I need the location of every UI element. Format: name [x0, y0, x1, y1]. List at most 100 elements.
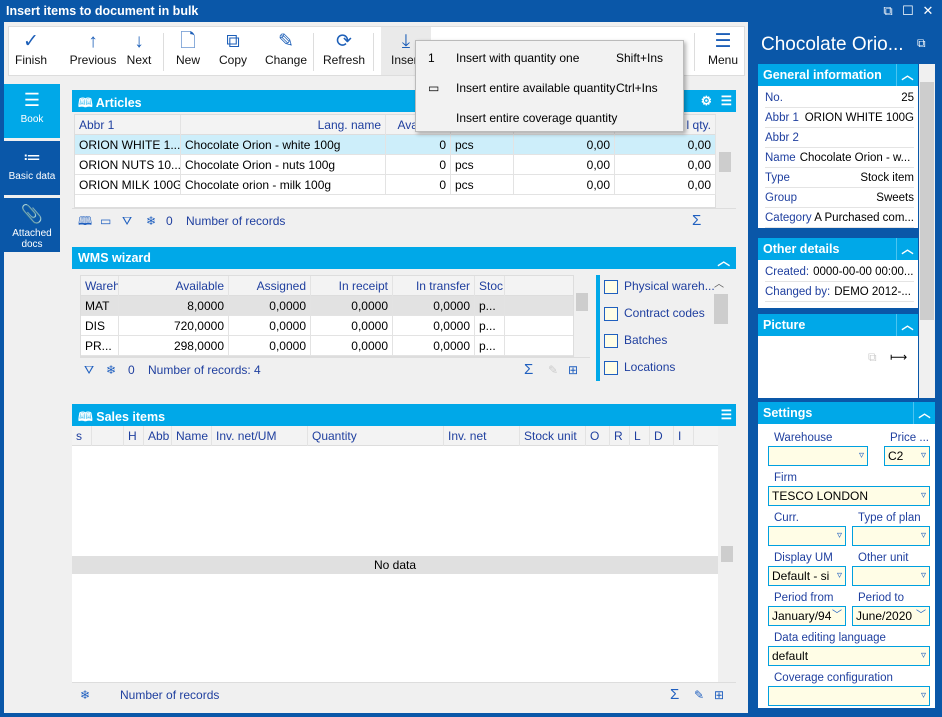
column-header[interactable]: Abbr 1	[75, 115, 181, 135]
price-field[interactable]: C2 ▿	[884, 446, 930, 466]
column-header[interactable]	[92, 426, 124, 446]
chevron-down-icon[interactable]: ﹀	[832, 607, 842, 625]
column-header[interactable]: Abb	[144, 426, 172, 446]
column-header[interactable]: R	[610, 426, 630, 446]
book-view-icon[interactable]: 🕮	[78, 209, 92, 233]
menu-button[interactable]: ☰ Menu	[701, 27, 745, 75]
sum-icon[interactable]: Σ	[524, 358, 533, 382]
gear-icon[interactable]: ⚙	[701, 93, 712, 108]
nav-item-book[interactable]: ☰ Book	[4, 84, 60, 138]
warehouse-field[interactable]: ▿	[768, 446, 868, 466]
dropdown-icon[interactable]: ▿	[837, 567, 842, 585]
hamburger-icon[interactable]: ☰	[721, 407, 732, 422]
table-row[interactable]: ORION NUTS 10... Chocolate Orion - nuts 1…	[75, 155, 716, 175]
column-header[interactable]: O	[586, 426, 610, 446]
popout-icon[interactable]: ⧉	[917, 36, 926, 51]
toolbar-button-refresh[interactable]: ⟳ Refresh	[315, 27, 373, 75]
restore-icon[interactable]: ⧉	[880, 3, 896, 19]
from-field[interactable]: January/94 ﹀	[768, 606, 846, 626]
toolbar-button-change[interactable]: ✎ Change	[259, 27, 313, 75]
articles-scrollbar[interactable]	[716, 114, 734, 208]
column-header[interactable]: Assigned	[229, 276, 311, 296]
dropdown-icon[interactable]: ▿	[921, 527, 926, 545]
column-header[interactable]: Inv. net/UM	[212, 426, 308, 446]
menu-item[interactable]: 1 Insert with quantity one Shift+Ins	[416, 43, 685, 73]
collapse-icon[interactable]: ︿	[896, 64, 918, 86]
close-icon[interactable]: ✕	[920, 3, 936, 19]
edit-icon[interactable]: ✎	[694, 683, 704, 707]
maximize-icon[interactable]: ☐	[900, 3, 916, 19]
filter-icon[interactable]: ⛛	[84, 358, 94, 382]
column-header[interactable]: H	[124, 426, 144, 446]
column-header[interactable]: Quantity	[308, 426, 444, 446]
wms-option[interactable]: Contract codes	[604, 306, 705, 321]
dropdown-icon[interactable]: ▿	[921, 567, 926, 585]
collapse-icon[interactable]: ︿	[717, 250, 730, 269]
sales-scrollbar[interactable]	[718, 426, 736, 682]
dropdown-icon[interactable]: ▿	[837, 527, 842, 545]
collapse-icon[interactable]: ︿	[913, 402, 935, 424]
coverage-field[interactable]: ▿	[768, 686, 930, 706]
um-field[interactable]: Default - si ▿	[768, 566, 846, 586]
wms-option[interactable]: Physical wareh...	[604, 279, 715, 294]
sum-icon[interactable]: Σ	[670, 683, 679, 707]
column-header[interactable]: In transfer	[393, 276, 475, 296]
edit-icon[interactable]: ✎	[548, 358, 558, 382]
column-header[interactable]: Inv. net	[444, 426, 520, 446]
add-record-icon[interactable]: ⊞	[714, 683, 724, 707]
toolbar-button-previous[interactable]: ↑ Previous	[65, 27, 121, 75]
column-header[interactable]: Lang. name	[181, 115, 386, 135]
snowflake-icon[interactable]: ❄	[146, 209, 156, 233]
add-record-icon[interactable]: ⊞	[568, 358, 578, 382]
wms-scrollbar[interactable]	[574, 275, 590, 357]
column-header[interactable]: D	[650, 426, 674, 446]
dropdown-icon[interactable]: ▿	[859, 447, 864, 465]
chevron-down-icon[interactable]: ﹀	[916, 607, 926, 625]
collapse-icon[interactable]: ︿	[896, 238, 918, 260]
dropdown-icon[interactable]: ▿	[921, 687, 926, 705]
column-header[interactable]: L	[630, 426, 650, 446]
nav-item-attached-docs[interactable]: 📎 Attached docs	[4, 198, 60, 252]
table-row[interactable]: MAT 8,0000 0,0000 0,0000 0,0000 p...	[81, 296, 573, 316]
lang-field[interactable]: default ▿	[768, 646, 930, 666]
toolbar-button-finish[interactable]: ✓ Finish	[9, 27, 53, 75]
column-header[interactable]: Available	[119, 276, 229, 296]
fit-width-icon[interactable]: ⟼	[890, 350, 907, 364]
checkbox[interactable]	[604, 333, 618, 348]
column-header[interactable]: Wareh	[81, 276, 119, 296]
wms-option[interactable]: Locations	[604, 360, 675, 375]
checkbox[interactable]	[604, 360, 618, 375]
checkbox[interactable]	[604, 279, 618, 294]
popout-icon[interactable]: ⧉	[868, 350, 877, 365]
checkbox[interactable]	[604, 306, 618, 321]
options-scrollbar[interactable]: ︿	[714, 275, 728, 383]
firm-field[interactable]: TESCO LONDON ▿	[768, 486, 930, 506]
toolbar-button-new[interactable]: 🗋 New	[169, 27, 207, 75]
toolbar-button-next[interactable]: ↓ Next	[117, 27, 161, 75]
column-header[interactable]: Name	[172, 426, 212, 446]
menu-item[interactable]: ▭ Insert entire available quantity Ctrl+In…	[416, 73, 685, 103]
detail-scrollbar[interactable]	[919, 64, 935, 398]
collapse-icon[interactable]: ︿	[896, 314, 918, 336]
snowflake-icon[interactable]: ❄	[106, 358, 116, 382]
sum-icon[interactable]: Σ	[692, 209, 701, 233]
column-header[interactable]: I	[674, 426, 694, 446]
plan-field[interactable]: ▿	[852, 526, 930, 546]
nav-item-basic-data[interactable]: ≔ Basic data	[4, 141, 60, 195]
curr-field[interactable]: ▿	[768, 526, 846, 546]
column-header[interactable]: Stock unit	[520, 426, 586, 446]
dropdown-icon[interactable]: ▿	[921, 447, 926, 465]
column-header[interactable]: s	[72, 426, 92, 446]
table-row[interactable]: ORION WHITE 1... Chocolate Orion - white …	[75, 135, 716, 155]
toolbar-button-copy[interactable]: ⧉ Copy	[213, 27, 253, 75]
box-icon[interactable]: ▭	[100, 209, 111, 233]
snowflake-icon[interactable]: ❄	[80, 683, 90, 707]
other-unit-field[interactable]: ▿	[852, 566, 930, 586]
dropdown-icon[interactable]: ▿	[921, 647, 926, 665]
column-header[interactable]: In receipt	[311, 276, 393, 296]
table-row[interactable]: DIS 720,0000 0,0000 0,0000 0,0000 p...	[81, 316, 573, 336]
hamburger-icon[interactable]: ☰	[721, 93, 732, 108]
table-row[interactable]: PR... 298,0000 0,0000 0,0000 0,0000 p...	[81, 336, 573, 356]
menu-item[interactable]: Insert entire coverage quantity	[416, 103, 685, 133]
dropdown-icon[interactable]: ▿	[921, 487, 926, 505]
